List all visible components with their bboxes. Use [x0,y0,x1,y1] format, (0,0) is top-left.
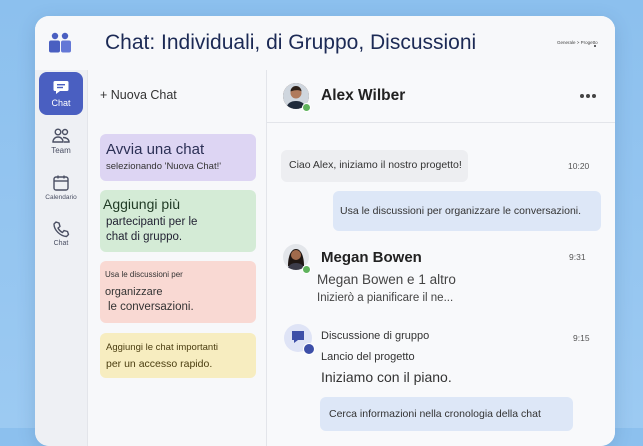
chat-time: 9:31 [569,252,586,262]
card-text: selezionando 'Nuova Chat!' [106,161,222,172]
card-text: chat di gruppo. [106,231,183,243]
chat-preview: Inizierò a pianificare il ne... [317,292,454,304]
rail-item-label: Team [51,146,71,155]
discussion-label: Discussione di gruppo [321,330,430,342]
presence-available-icon [302,103,311,112]
card-text: organizzare [105,286,163,298]
rail-item-chat[interactable]: Chat [39,72,83,115]
discussion-project: Lancio del progetto [321,351,415,363]
more-icon[interactable] [579,93,597,99]
presence-available-icon [302,265,311,274]
message-bubble-incoming[interactable]: Ciao Alex, iniziamo il nostro progetto! [281,150,468,182]
discussion-message: Iniziamo con il piano. [321,369,452,385]
call-icon [53,221,70,238]
rail-item-calls[interactable]: Chat [39,220,83,247]
rail-item-label: Calendario [45,194,77,201]
rail-item-label: Chat [51,98,71,108]
calendar-icon [53,175,69,191]
teams-logo-icon [49,32,71,53]
chat-icon [53,81,69,94]
chat-name: Megan Bowen [321,249,422,266]
message-bubble-outgoing[interactable]: Usa le discussioni per organizzare le co… [333,191,601,231]
message-time: 10:20 [568,161,590,171]
card-text: per un accesso rapido. [106,358,213,370]
team-icon [52,128,70,143]
discussion-time: 9:15 [573,333,590,343]
discussion-badge-icon [303,343,315,355]
card-heading: Avvia una chat [106,141,205,158]
search-hint-text: Cerca informazioni nella cronologia dell… [329,408,541,420]
group-chat-item[interactable]: Megan Bowen 9:31 Megan Bowen e 1 altro I… [281,242,601,314]
contact-name: Alex Wilber [321,87,406,104]
rail-item-label: Chat [53,240,69,247]
tip-card-pin-chats[interactable]: Aggiungi le chat importanti per un acces… [100,333,256,378]
new-chat-button[interactable]: + Nuova Chat [100,88,177,102]
breadcrumb: Generale > Progetto [557,40,598,45]
rail-item-calendar[interactable]: Calendario [39,174,83,201]
header: Chat: Individuali, di Gruppo, Discussion… [35,16,615,71]
app-rail: Chat Team Calendario Chat [35,70,88,446]
search-history-hint[interactable]: Cerca informazioni nella cronologia dell… [320,397,573,431]
conversation-panel: Alex Wilber Ciao Alex, iniziamo il nostr… [267,70,615,446]
tip-card-start-chat[interactable]: Avvia una chat selezionando 'Nuova Chat!… [100,134,256,181]
card-text: le conversazioni. [108,301,194,313]
chat-members: Megan Bowen e 1 altro [317,272,456,287]
card-text: Usa le discussioni per [105,270,183,279]
card-text: partecipanti per le [106,216,198,228]
card-heading: Aggiungi più [103,196,181,212]
page-title: Chat: Individuali, di Gruppo, Discussion… [105,31,477,54]
chat-list-panel: + Nuova Chat Avvia una chat selezionando… [88,70,267,446]
breadcrumb-dot [594,45,596,47]
conversation-header: Alex Wilber [267,70,615,123]
app-window: Chat: Individuali, di Gruppo, Discussion… [35,16,615,446]
message-text: Ciao Alex, iniziamo il nostro progetto! [289,159,462,171]
tip-card-discussions[interactable]: Usa le discussioni per organizzare le co… [100,261,256,323]
rail-item-team[interactable]: Team [39,128,83,155]
message-text: Usa le discussioni per organizzare le co… [340,205,582,217]
card-text: Aggiungi le chat importanti [106,342,218,353]
tip-card-add-participants[interactable]: Aggiungi più partecipanti per le chat di… [100,190,256,252]
